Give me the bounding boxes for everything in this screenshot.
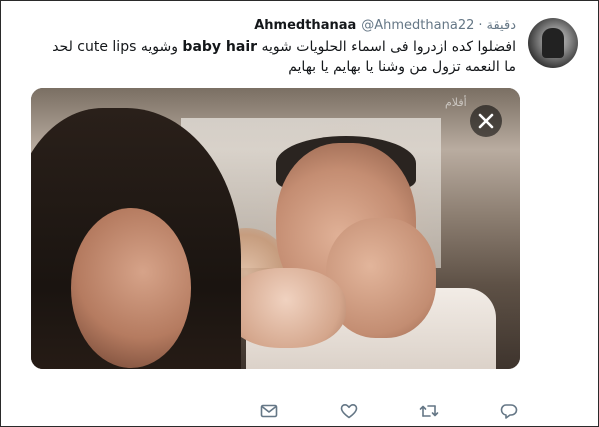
window-frame: Ahmedthanaa @Ahmedthana22 · دقيقة افضلوا… (0, 0, 599, 427)
envelope-icon (260, 404, 278, 418)
tweet-text: افضلوا كده ازدروا فى اسماء الحلويات شويه… (36, 37, 516, 77)
reply-button[interactable] (497, 399, 521, 423)
heart-icon (340, 404, 358, 419)
media-hand-left (226, 268, 346, 348)
tweet-media-video[interactable]: أفلام (31, 88, 520, 369)
retweet-icon (419, 405, 439, 417)
tweet-header: Ahmedthanaa @Ahmedthana22 · دقيقة (254, 16, 516, 34)
close-button[interactable] (470, 105, 502, 137)
meta-separator: · (478, 17, 483, 33)
tweet-card: Ahmedthanaa @Ahmedthana22 · دقيقة افضلوا… (1, 1, 598, 426)
avatar[interactable] (528, 18, 578, 68)
dm-button[interactable] (257, 399, 281, 423)
tweet-timestamp[interactable]: دقيقة (487, 18, 516, 33)
media-foreground-face (71, 208, 191, 368)
avatar-figure (542, 28, 564, 58)
retweet-button[interactable] (417, 399, 441, 423)
tweet-text-bold: baby hair (182, 39, 258, 55)
media-watermark: أفلام (445, 96, 467, 109)
reply-icon (500, 404, 518, 419)
like-button[interactable] (337, 399, 361, 423)
tweet-actions (1, 399, 598, 423)
close-icon (478, 113, 494, 129)
tweet-text-part1: افضلوا كده ازدروا فى اسماء الحلويات شويه (257, 39, 516, 55)
user-handle[interactable]: @Ahmedthana22 (361, 18, 474, 33)
display-name[interactable]: Ahmedthanaa (254, 18, 356, 33)
